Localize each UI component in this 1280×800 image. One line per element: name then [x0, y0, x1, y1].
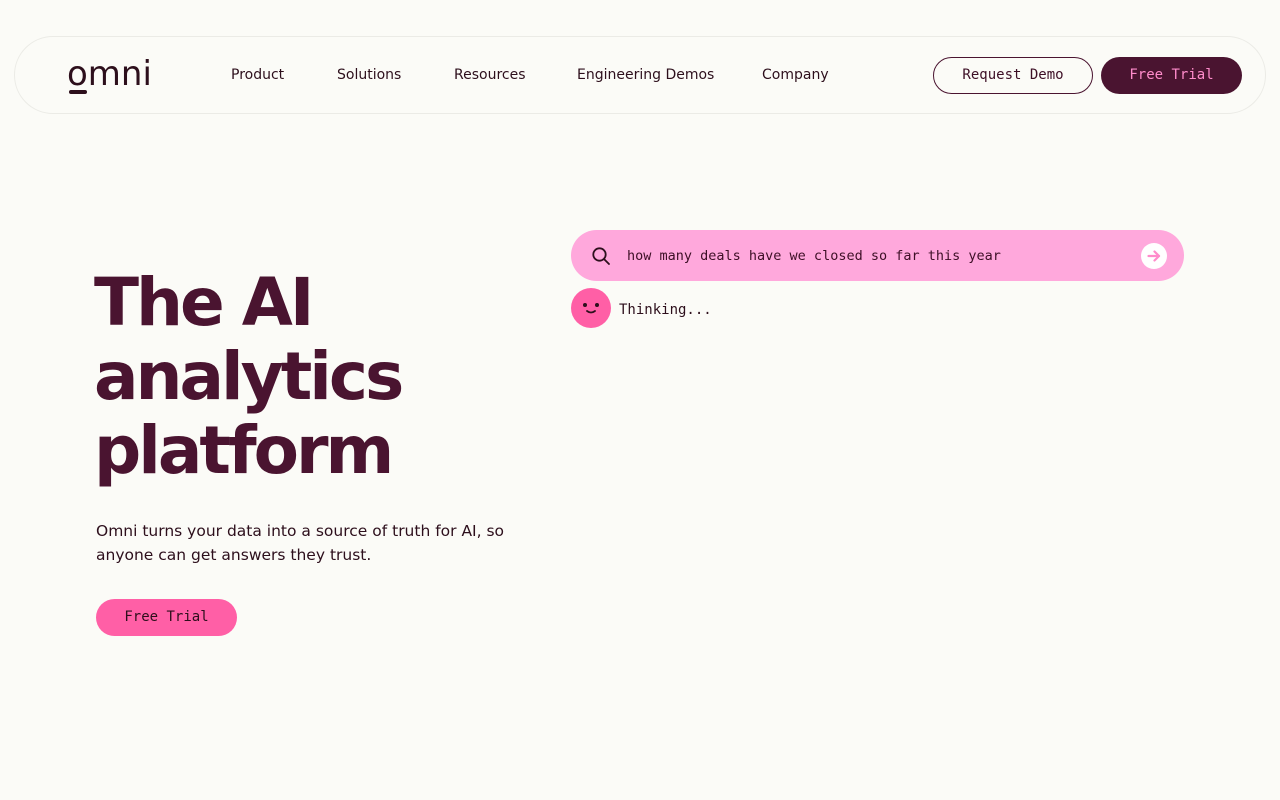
submit-query-button[interactable] [1141, 243, 1167, 269]
arrow-right-icon [1147, 250, 1161, 262]
omni-logo[interactable]: omni [67, 54, 152, 94]
nav-solutions[interactable]: Solutions [337, 66, 401, 84]
request-demo-button[interactable]: Request Demo [933, 57, 1093, 94]
nav-product[interactable]: Product [231, 66, 284, 84]
nav-company[interactable]: Company [762, 66, 829, 84]
hero-title-line-1: The AI [94, 264, 314, 341]
hero-title-line-2: analytics [94, 338, 404, 415]
search-icon [591, 246, 611, 266]
assistant-status-text: Thinking... [619, 302, 712, 318]
free-trial-button-header[interactable]: Free Trial [1101, 57, 1242, 94]
hero-subtitle-line-2: anyone can get answers they trust. [96, 546, 372, 564]
nav-engineering-demos[interactable]: Engineering Demos [577, 66, 714, 84]
top-navbar: omni Product Solutions Resources Enginee… [14, 36, 1266, 114]
smiley-face-icon [583, 303, 599, 314]
logo-underline-mark [69, 90, 87, 94]
assistant-avatar [571, 288, 611, 328]
ai-query-bar[interactable]: how many deals have we closed so far thi… [571, 230, 1184, 281]
hero-subtitle: Omni turns your data into a source of tr… [96, 519, 516, 567]
hero-subtitle-line-1: Omni turns your data into a source of tr… [96, 522, 505, 540]
query-text[interactable]: how many deals have we closed so far thi… [627, 246, 1001, 266]
hero-title: The AI analytics platform [94, 266, 554, 488]
hero-title-line-3: platform [94, 412, 394, 489]
free-trial-button-hero[interactable]: Free Trial [96, 599, 237, 636]
nav-resources[interactable]: Resources [454, 66, 526, 84]
